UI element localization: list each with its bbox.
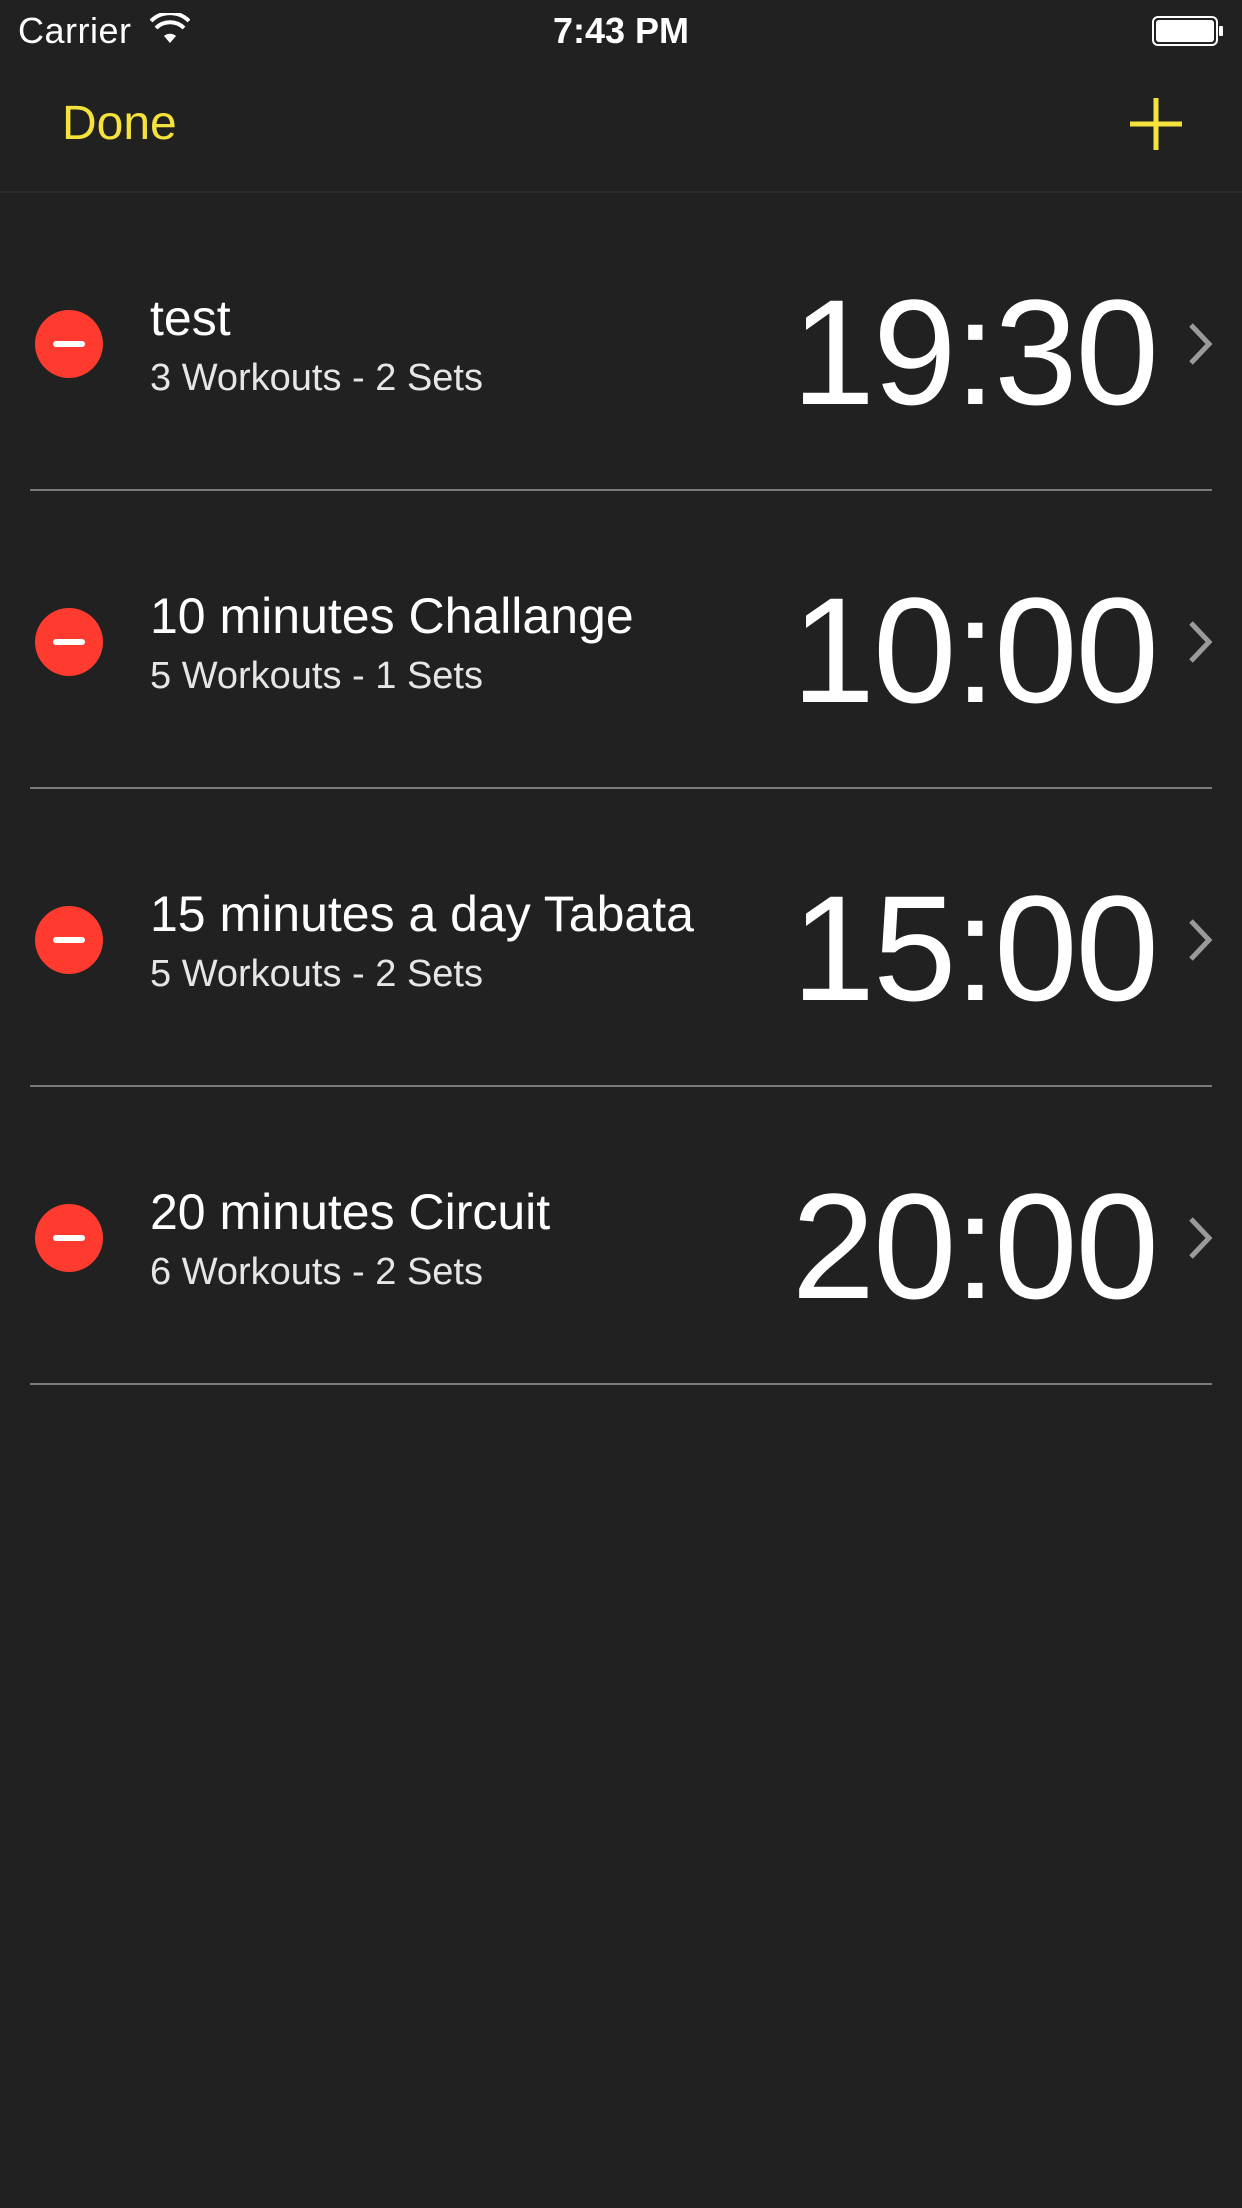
chevron-right-icon [1189,1217,1213,1259]
status-time: 7:43 PM [552,10,690,51]
row-divider [30,1383,1212,1385]
list-item[interactable]: 15 minutes a day Tabata 5 Workouts - 2 S… [0,789,1242,1087]
workout-title: 20 minutes Circuit [150,1184,551,1240]
done-button[interactable]: Done [62,96,177,151]
workout-time: 10:00 [791,566,1159,734]
workout-time: 20:00 [791,1162,1159,1330]
list-item[interactable]: 10 minutes Challange 5 Workouts - 1 Sets… [0,491,1242,789]
delete-icon[interactable] [35,1204,103,1272]
workout-list: test 3 Workouts - 2 Sets 19:30 10 minute… [0,193,1242,1385]
chevron-right-icon [1189,919,1213,961]
workout-list-screen: Carrier 7:43 PM Done test 3 Workouts - 2… [0,0,1242,2208]
delete-icon[interactable] [35,608,103,676]
delete-icon[interactable] [35,310,103,378]
battery-icon [1152,16,1223,46]
delete-icon[interactable] [35,906,103,974]
workout-title: test [150,290,231,346]
workout-subtitle: 3 Workouts - 2 Sets [150,357,483,399]
workout-time: 15:00 [791,864,1159,1032]
workout-subtitle: 5 Workouts - 1 Sets [150,655,483,697]
workout-subtitle: 5 Workouts - 2 Sets [150,953,483,995]
list-item[interactable]: test 3 Workouts - 2 Sets 19:30 [0,193,1242,491]
workout-time: 19:30 [791,268,1159,436]
list-item[interactable]: 20 minutes Circuit 6 Workouts - 2 Sets 2… [0,1087,1242,1385]
chevron-right-icon [1189,323,1213,365]
status-bar: Carrier 7:43 PM [0,0,1242,60]
nav-bar: Done [0,60,1242,193]
workout-subtitle: 6 Workouts - 2 Sets [150,1251,483,1293]
chevron-right-icon [1189,621,1213,663]
workout-title: 10 minutes Challange [150,588,634,644]
workout-title: 15 minutes a day Tabata [150,886,694,942]
plus-icon[interactable] [1124,92,1188,156]
